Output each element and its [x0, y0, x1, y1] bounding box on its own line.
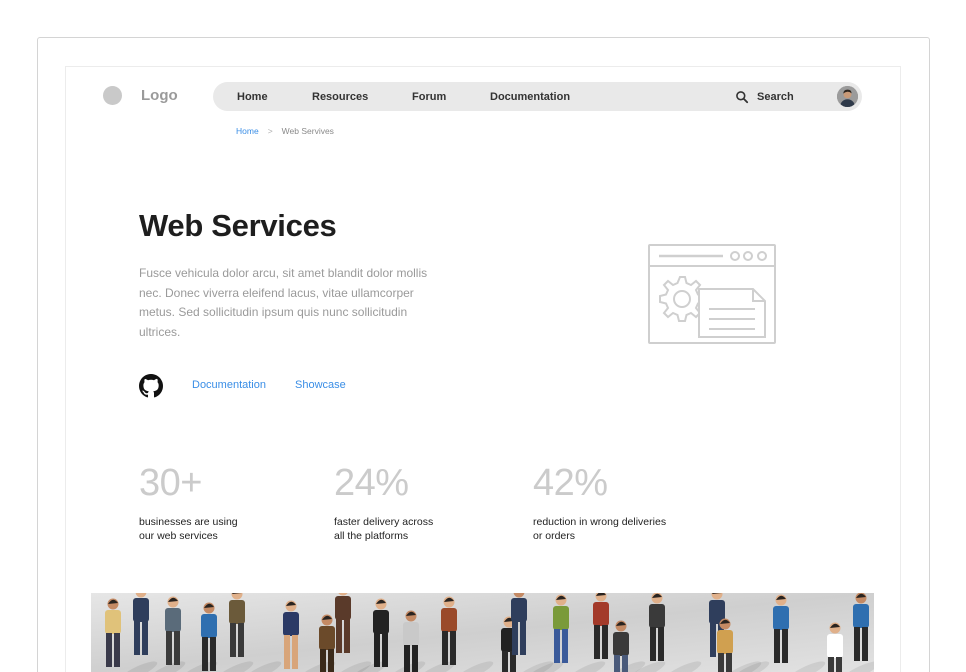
breadcrumb-current: Web Servives	[281, 126, 334, 136]
search-label: Search	[757, 91, 794, 103]
logo-mark[interactable]	[103, 86, 122, 105]
stat-label: faster delivery across all the platforms	[334, 516, 433, 543]
logo-text[interactable]: Logo	[141, 87, 178, 104]
user-avatar[interactable]	[837, 86, 858, 107]
documentation-link[interactable]: Documentation	[192, 379, 266, 391]
breadcrumb-separator: >	[267, 126, 273, 136]
nav-item-documentation[interactable]: Documentation	[490, 91, 570, 103]
page-canvas	[65, 66, 901, 672]
stat-label: businesses are using our web services	[139, 516, 238, 543]
page-title: Web Services	[139, 208, 337, 243]
page-description: Fusce vehicula dolor arcu, sit amet blan…	[139, 266, 428, 339]
stat-label: reduction in wrong deliveries or orders	[533, 516, 666, 543]
nav-item-resources[interactable]: Resources	[312, 91, 368, 103]
nav-item-forum[interactable]: Forum	[412, 91, 446, 103]
stat-label-line: faster delivery across	[334, 516, 434, 528]
github-icon[interactable]	[139, 374, 163, 398]
showcase-link[interactable]: Showcase	[295, 379, 346, 391]
breadcrumb: Home > Web Servives	[236, 126, 334, 136]
web-service-illustration-icon	[648, 244, 776, 344]
breadcrumb-home-link[interactable]: Home	[236, 126, 259, 136]
stat-value: 42%	[533, 462, 608, 504]
stat-label-line: reduction in wrong deliveries	[533, 516, 667, 528]
avatar-photo	[837, 86, 858, 107]
crowd-illustration	[91, 593, 874, 672]
people-crowd-image	[91, 593, 874, 672]
stat-label-line: businesses are using	[139, 516, 238, 528]
stat-label-line: our web services	[139, 529, 218, 542]
stat-label-line: all the platforms	[334, 529, 409, 542]
search-icon	[736, 91, 749, 104]
stat-label-line: or orders	[533, 529, 576, 542]
stat-value: 30+	[139, 462, 202, 504]
main-navbar: Home Resources Forum Documentation Searc…	[213, 82, 862, 111]
stat-value: 24%	[334, 462, 409, 504]
nav-item-home[interactable]: Home	[237, 91, 268, 103]
